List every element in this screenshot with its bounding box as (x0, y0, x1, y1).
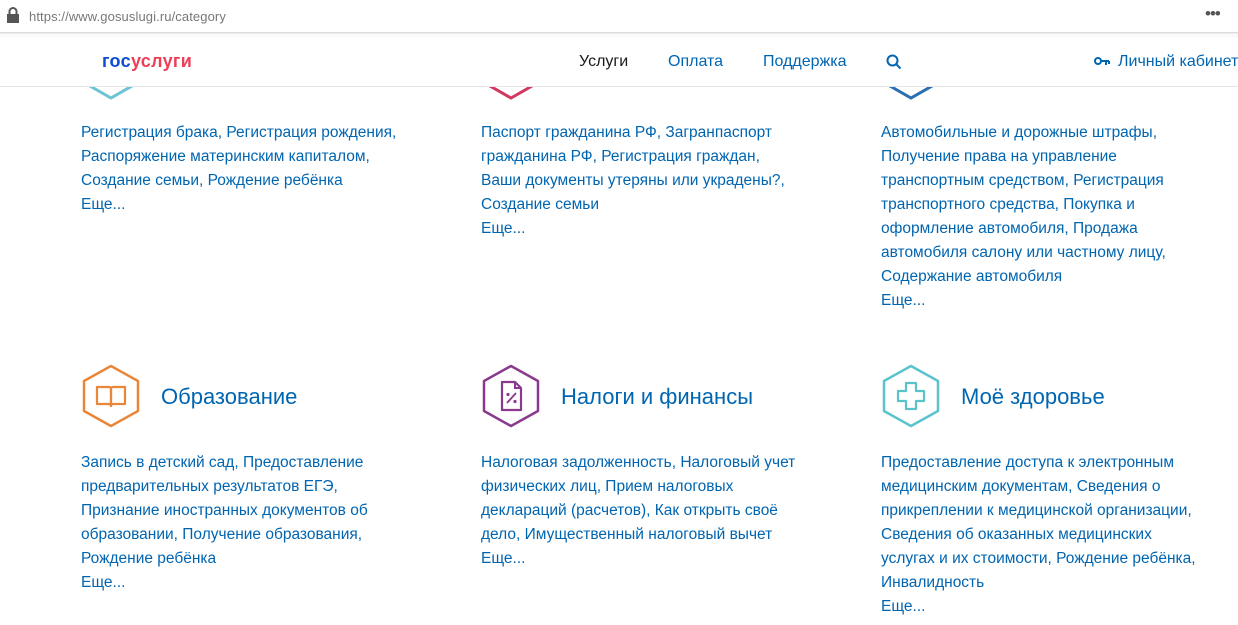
nav-support[interactable]: Поддержка (763, 53, 846, 71)
category-passports: Паспорт гражданина РФ, Загранпаспорт гра… (481, 121, 841, 241)
nav-services[interactable]: Услуги (579, 53, 628, 71)
link-line[interactable]: Запись в детский сад, Предоставление (81, 451, 441, 475)
more-link[interactable]: Еще... (481, 217, 841, 241)
category-transport: Автомобильные и дорожные штрафы, Получен… (881, 121, 1238, 313)
category-title-taxes[interactable]: Налоги и финансы (561, 384, 753, 410)
link-line[interactable]: Создание семьи (481, 193, 841, 217)
link-line[interactable]: Предоставление доступа к электронным (881, 451, 1238, 475)
category-links: Регистрация брака, Регистрация рождения,… (81, 121, 441, 193)
link-line[interactable]: Сведения об оказанных медицинских (881, 523, 1238, 547)
category-education: Запись в детский сад, Предоставление пре… (81, 451, 441, 595)
link-line[interactable]: прикреплении к медицинской организации, (881, 499, 1238, 523)
personal-cabinet-label: Личный кабинет (1118, 53, 1238, 70)
link-line[interactable]: деклараций (расчетов), Как открыть своё (481, 499, 841, 523)
category-links: Налоговая задолженность, Налоговый учет … (481, 451, 841, 547)
link-line[interactable]: медицинским документам, Сведения о (881, 475, 1238, 499)
personal-cabinet-link[interactable]: Личный кабинет (1094, 53, 1238, 71)
category-family: Регистрация брака, Регистрация рождения,… (81, 121, 441, 217)
link-line[interactable]: Автомобильные и дорожные штрафы, (881, 121, 1238, 145)
link-line[interactable]: Инвалидность (881, 571, 1238, 595)
link-line[interactable]: Налоговая задолженность, Налоговый учет (481, 451, 841, 475)
nav-payment[interactable]: Оплата (668, 53, 723, 71)
link-line[interactable]: оформление автомобиля, Продажа (881, 217, 1238, 241)
more-link[interactable]: Еще... (81, 571, 441, 595)
category-links: Паспорт гражданина РФ, Загранпаспорт гра… (481, 121, 841, 217)
logo-text-uslugi: услуги (130, 51, 193, 71)
category-links: Автомобильные и дорожные штрафы, Получен… (881, 121, 1238, 289)
link-line[interactable]: Ваши документы утеряны или украдены?, (481, 169, 841, 193)
category-links: Запись в детский сад, Предоставление пре… (81, 451, 441, 571)
link-line[interactable]: гражданина РФ, Регистрация граждан, (481, 145, 841, 169)
more-link[interactable]: Еще... (881, 595, 1238, 619)
category-links: Предоставление доступа к электронным мед… (881, 451, 1238, 595)
site-header: госуслуги Услуги Оплата Поддержка Личный… (0, 37, 1238, 87)
link-line[interactable]: Получение права на управление (881, 145, 1238, 169)
more-link[interactable]: Еще... (481, 547, 841, 571)
link-line[interactable]: образовании, Получение образования, (81, 523, 441, 547)
link-line[interactable]: автомобиля салону или частному лицу, (881, 241, 1238, 265)
gosuslugi-logo[interactable]: госуслуги (102, 51, 192, 72)
link-line[interactable]: транспортного средства, Покупка и (881, 193, 1238, 217)
link-line[interactable]: Содержание автомобиля (881, 265, 1238, 289)
link-line[interactable]: дело, Имущественный налоговый вычет (481, 523, 841, 547)
key-icon (1094, 57, 1110, 65)
logo-text-gos: гос (102, 51, 131, 71)
search-icon[interactable] (886, 54, 902, 70)
more-dots-icon[interactable]: ••• (1205, 5, 1221, 22)
lock-icon (7, 7, 19, 23)
link-line[interactable]: Регистрация брака, Регистрация рождения, (81, 121, 441, 145)
category-title-education[interactable]: Образование (161, 384, 297, 410)
link-line[interactable]: услугах и их стоимости, Рождение ребёнка… (881, 547, 1238, 571)
link-line[interactable]: Распоряжение материнским капиталом, (81, 145, 441, 169)
category-health: Предоставление доступа к электронным мед… (881, 451, 1238, 619)
tax-document-icon[interactable] (481, 364, 541, 428)
link-line[interactable]: физических лиц, Прием налоговых (481, 475, 841, 499)
link-line[interactable]: предварительных результатов ЕГЭ, (81, 475, 441, 499)
medical-cross-icon[interactable] (881, 364, 941, 428)
browser-address-bar: https://www.gosuslugi.ru/category ••• (0, 0, 1238, 33)
link-line[interactable]: Признание иностранных документов об (81, 499, 441, 523)
url-text[interactable]: https://www.gosuslugi.ru/category (29, 9, 226, 24)
category-taxes: Налоговая задолженность, Налоговый учет … (481, 451, 841, 571)
link-line[interactable]: Паспорт гражданина РФ, Загранпаспорт (481, 121, 841, 145)
more-link[interactable]: Еще... (881, 289, 1238, 313)
link-line[interactable]: транспортным средством, Регистрация (881, 169, 1238, 193)
more-link[interactable]: Еще... (81, 193, 441, 217)
book-icon[interactable] (81, 364, 141, 428)
link-line[interactable]: Создание семьи, Рождение ребёнка (81, 169, 441, 193)
link-line[interactable]: Рождение ребёнка (81, 547, 441, 571)
category-title-health[interactable]: Моё здоровье (961, 384, 1105, 410)
